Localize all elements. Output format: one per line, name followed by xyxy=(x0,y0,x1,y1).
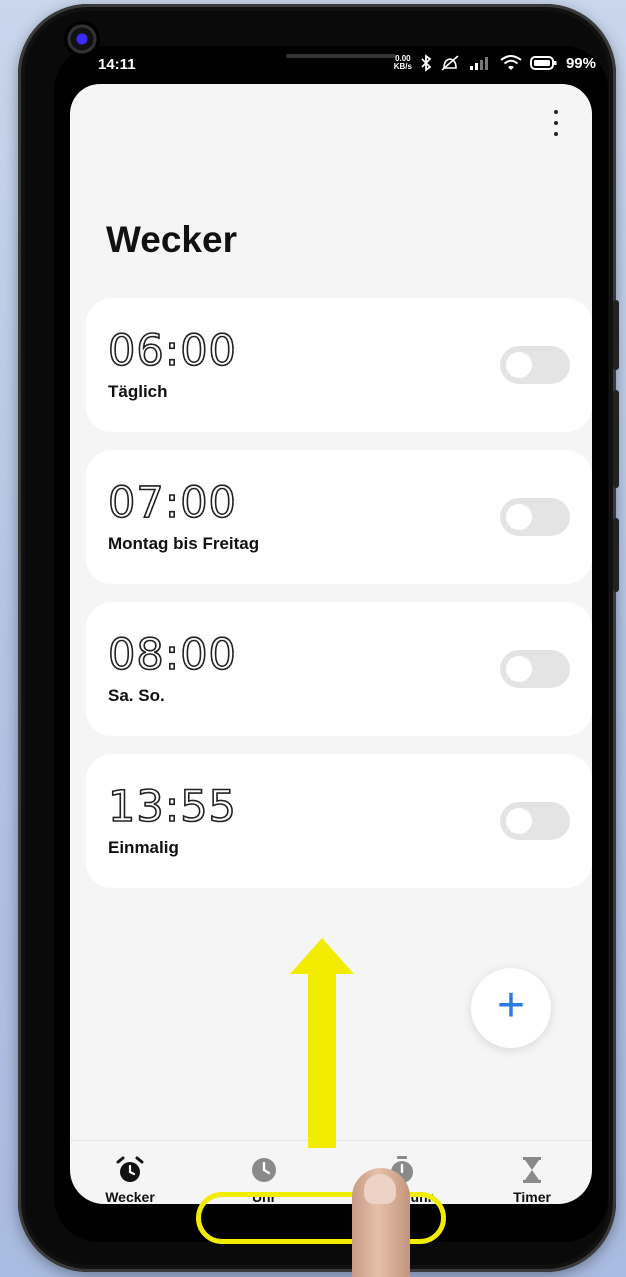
toggle-knob xyxy=(506,656,532,682)
alarm-time: 07:00 xyxy=(107,477,237,529)
toggle-knob xyxy=(506,504,532,530)
toggle-knob xyxy=(506,808,532,834)
battery-percent: 99% xyxy=(565,54,596,72)
net-speed-unit: KB/s xyxy=(393,62,412,71)
status-icons: 0.00 KB/s 99% xyxy=(394,54,596,72)
volume-up-button xyxy=(613,300,619,370)
alarm-toggle[interactable] xyxy=(500,650,570,688)
front-camera xyxy=(64,21,100,57)
alarm-clock-icon xyxy=(116,1156,144,1182)
clock-icon xyxy=(252,1158,276,1182)
status-bar: 14:11 0.00 KB/s 99% xyxy=(54,46,608,84)
page-title: Wecker xyxy=(106,219,237,260)
plus-icon: + xyxy=(496,979,526,1032)
alarm-card[interactable]: 06:00 Täglich xyxy=(86,298,592,432)
alarm-toggle[interactable] xyxy=(500,498,570,536)
battery-icon xyxy=(529,56,557,70)
vibrate-muted-icon xyxy=(441,55,459,71)
alarm-repeat-label: Einmalig xyxy=(108,838,179,857)
nav-item-wecker[interactable]: Wecker xyxy=(70,1155,190,1204)
power-button xyxy=(613,518,619,592)
bluetooth-icon xyxy=(421,54,432,72)
more-vert-icon[interactable] xyxy=(546,106,566,140)
alarm-time: 06:00 xyxy=(107,325,237,377)
nav-item-label: Wecker xyxy=(105,1189,155,1204)
nav-item-timer[interactable]: Timer xyxy=(472,1155,592,1204)
net-speed: 0.00 KB/s xyxy=(394,55,412,71)
alarm-toggle[interactable] xyxy=(500,802,570,840)
alarm-time: 13:55 xyxy=(107,781,237,833)
hourglass-icon xyxy=(523,1157,541,1183)
add-alarm-button[interactable]: + xyxy=(471,968,551,1048)
status-time: 14:11 xyxy=(98,56,136,73)
volume-down-button xyxy=(613,390,619,488)
alarm-repeat-label: Montag bis Freitag xyxy=(108,534,260,553)
swipe-up-arrow xyxy=(290,938,354,1148)
nav-item-label: Timer xyxy=(513,1189,551,1204)
alarm-card[interactable]: 13:55 Einmalig xyxy=(86,754,592,888)
alarm-repeat-label: Sa. So. xyxy=(108,686,165,705)
wifi-icon xyxy=(500,55,522,70)
alarm-repeat-label: Täglich xyxy=(108,382,168,401)
finger-pointer xyxy=(352,1168,410,1277)
toggle-knob xyxy=(506,352,532,378)
alarm-card[interactable]: 08:00 Sa. So. xyxy=(86,602,592,736)
alarm-card[interactable]: 07:00 Montag bis Freitag xyxy=(86,450,592,584)
fingernail xyxy=(364,1174,396,1204)
alarm-time: 08:00 xyxy=(107,629,237,681)
signal-icon xyxy=(469,57,488,70)
alarm-toggle[interactable] xyxy=(500,346,570,384)
